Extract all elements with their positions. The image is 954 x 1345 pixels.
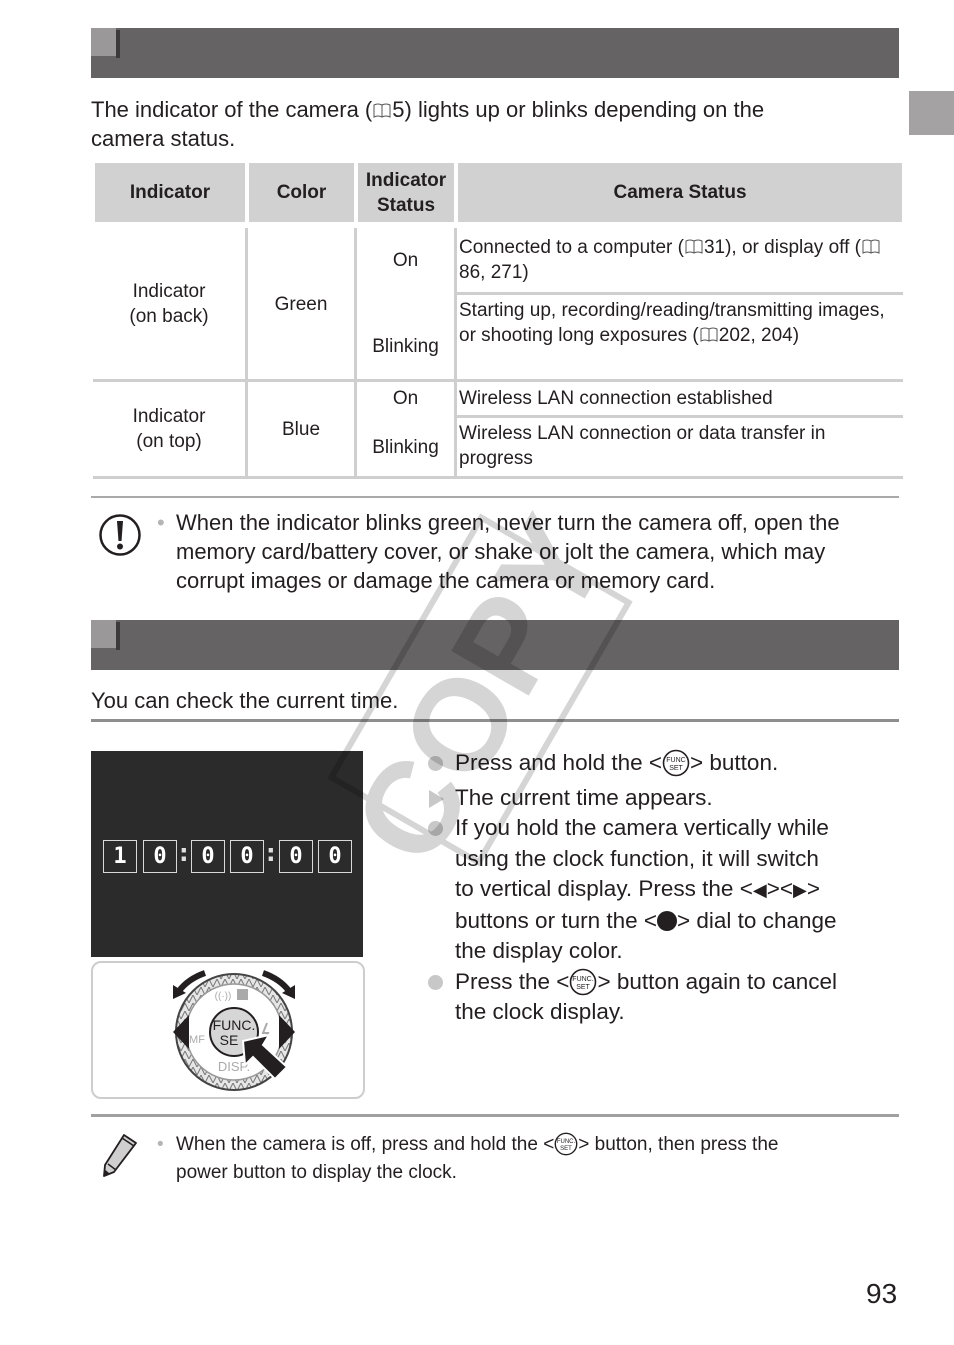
chapter-tab: [909, 91, 954, 135]
svg-text:FUNC.: FUNC.: [213, 1017, 256, 1033]
bullet-dot: •: [157, 510, 165, 535]
instruction-steps: Press and hold the < FUNC SET > button. The…: [428, 748, 878, 1028]
header-indicator-status: Indicator Status: [358, 163, 454, 222]
book-reference-icon: [685, 239, 703, 255]
bullet-circle-icon: [428, 756, 443, 771]
clock-colon: :: [179, 839, 189, 867]
header-indicator: Indicator: [95, 163, 245, 222]
svg-text:FUNC.: FUNC.: [573, 976, 594, 983]
indicator-intro: The indicator of the camera (5) lights u…: [91, 97, 765, 151]
clock-digit: 0: [143, 840, 177, 873]
table-cell-camera-status: Connected to a computer (31), or display…: [459, 235, 899, 290]
clock-colon: :: [266, 839, 276, 867]
svg-text:FUNC: FUNC: [666, 757, 685, 764]
svg-text:((·)): ((·)): [215, 991, 232, 1002]
table-cell-camera-status: Wireless LAN connection or data transfer…: [459, 423, 826, 469]
table-cell-color: Blue: [281, 418, 321, 440]
bullet-circle-icon: [428, 821, 443, 836]
control-dial-icon: [657, 910, 678, 931]
table-cell-status: On: [392, 388, 419, 409]
clock-intro: You can check the current time.: [91, 688, 399, 713]
svg-text:FUNC.: FUNC.: [557, 1139, 576, 1145]
svg-text:SET: SET: [560, 1146, 572, 1152]
header-camera-status: Camera Status: [458, 163, 902, 222]
clock-display-image: 1 0 : 0 0 : 0 0: [91, 751, 363, 957]
book-reference-icon: [373, 103, 391, 119]
func-set-button-icon: FUNC. SET: [569, 968, 597, 996]
step-item: Press and hold the < FUNC SET > button.: [428, 748, 878, 779]
clock-digit: 0: [230, 840, 264, 873]
table-cell-status: On: [392, 250, 419, 271]
right-button-icon: ▶: [792, 880, 807, 900]
section-header-tab: [91, 28, 116, 56]
clock-digit: 0: [279, 840, 313, 873]
table-cell-indicator: Indicator (on back): [129, 281, 209, 327]
section-header-clock: [91, 620, 899, 670]
table-cell-status: Blinking: [372, 335, 439, 357]
control-dial-image: FUNC. SE DISP. MF ((·)): [91, 961, 365, 1099]
note-text: When the camera is off, press and hold t…: [176, 1132, 779, 1183]
func-set-button-icon: FUNC SET: [662, 749, 690, 777]
header-color: Color: [249, 163, 354, 222]
caution-text: When the indicator blinks green, never t…: [176, 510, 840, 593]
bullet-circle-icon: [428, 974, 443, 990]
bullet-dot: •: [157, 1134, 164, 1155]
section-header-tab: [91, 620, 116, 648]
section-header-indicator: [91, 28, 899, 78]
control-dial-icon: FUNC. SE DISP. MF ((·)): [173, 970, 295, 1091]
svg-text:SE: SE: [220, 1032, 239, 1048]
svg-text:MF: MF: [189, 1034, 205, 1046]
divider: [91, 1114, 899, 1117]
clock-digit: 0: [191, 840, 225, 873]
step-result: The current time appears.: [428, 783, 878, 814]
divider: [91, 719, 899, 722]
clock-digit: 1: [103, 840, 137, 873]
result-arrow-icon: [429, 789, 444, 808]
table-cell-camera-status: Starting up, recording/reading/transmitt…: [459, 300, 885, 346]
table-cell-status: Blinking: [372, 436, 439, 458]
svg-text:SET: SET: [669, 765, 683, 772]
caution-icon: [98, 513, 142, 557]
func-set-button-icon: FUNC. SET: [554, 1132, 578, 1156]
pencil-icon: [100, 1132, 140, 1178]
svg-text:SET: SET: [577, 984, 591, 991]
page-number: 93: [866, 1278, 898, 1309]
table-cell-camera-status: Wireless LAN connection established: [459, 388, 773, 409]
clock-digit: 0: [318, 840, 352, 873]
table-cell-indicator: Indicator (on top): [132, 406, 206, 452]
table-cell-color: Green: [274, 293, 328, 315]
book-reference-icon: [700, 327, 718, 343]
step-item: Press the < FUNC. SET > button again to can…: [428, 967, 878, 1028]
left-button-icon: ◀: [752, 880, 767, 900]
divider: [91, 496, 899, 498]
book-reference-icon: [862, 239, 880, 255]
step-item: If you hold the camera vertically while …: [428, 813, 878, 967]
